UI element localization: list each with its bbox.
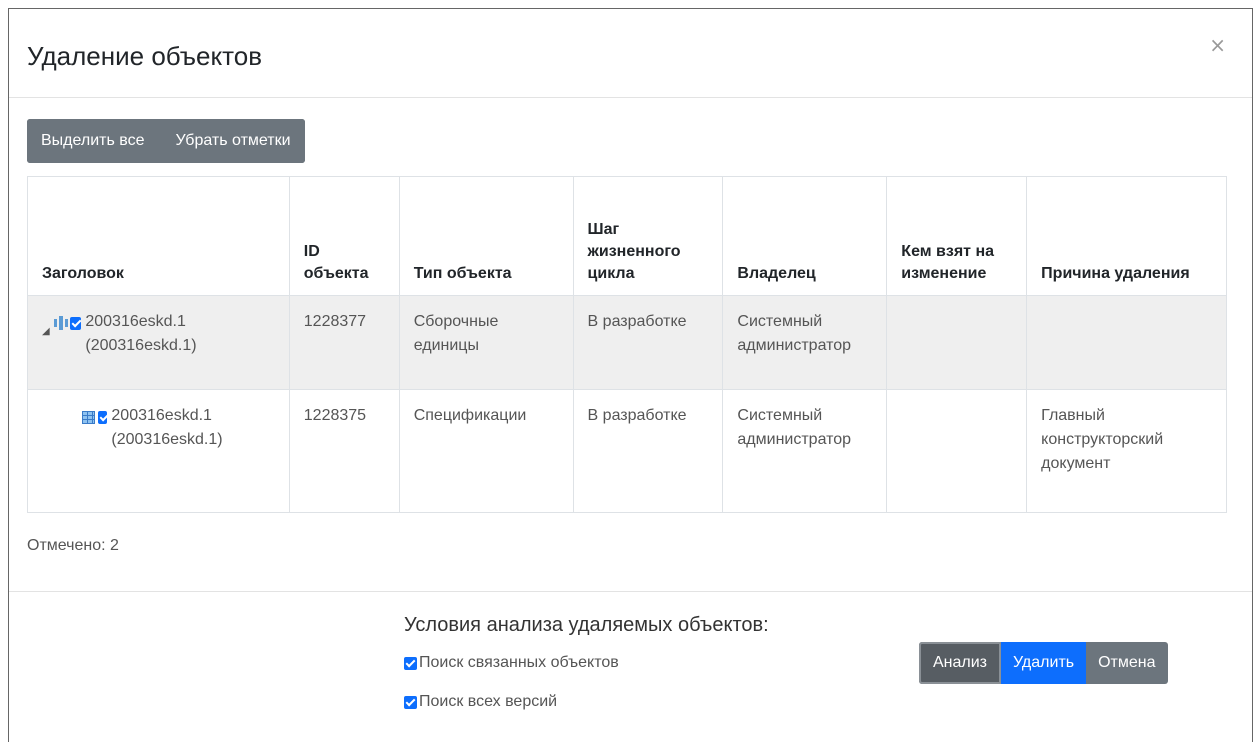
- analyze-button[interactable]: Анализ: [919, 642, 1002, 684]
- select-all-button[interactable]: Выделить все: [27, 119, 163, 163]
- specification-icon: [82, 411, 95, 424]
- modal-header: Удаление объектов ×: [9, 9, 1252, 98]
- table-header-row: Заголовок ID объекта Тип объекта Шаг жиз…: [27, 176, 1227, 296]
- row-checkbox[interactable]: [69, 317, 82, 330]
- cell-owner: Системный администратор: [722, 295, 888, 390]
- cancel-button[interactable]: Отмена: [1086, 642, 1168, 684]
- cell-taken-by: [886, 389, 1028, 513]
- linked-objects-checkbox[interactable]: [404, 656, 417, 670]
- checked-count: Отмечено: 2: [27, 537, 119, 554]
- header-lifecycle[interactable]: Шаг жизненного цикла: [572, 176, 724, 296]
- all-versions-label: Поиск всех версий: [419, 693, 558, 710]
- object-title[interactable]: 200316eskd.1 (200316eskd.1): [85, 310, 274, 358]
- cell-reason: Главный конструкторский документ: [1026, 389, 1227, 513]
- cell-reason: [1026, 295, 1227, 390]
- cell-owner: Системный администратор: [722, 389, 888, 513]
- selection-toolbar: Выделить все Убрать отметки: [27, 119, 305, 163]
- close-button[interactable]: ×: [1209, 33, 1226, 57]
- header-id[interactable]: ID объекта: [288, 176, 400, 296]
- assembly-icon: [53, 316, 68, 330]
- table-row[interactable]: ◢ 200316eskd.1 (200316eskd.1) 1228377 Сб…: [27, 295, 1227, 390]
- all-versions-option[interactable]: Поиск всех версий: [404, 693, 557, 711]
- action-buttons: Анализ Удалить Отмена: [919, 642, 1168, 684]
- cell-lifecycle: В разработке: [572, 295, 724, 390]
- modal-title: Удаление объектов: [27, 41, 263, 71]
- all-versions-checkbox[interactable]: [404, 695, 417, 709]
- header-reason[interactable]: Причина удаления: [1026, 176, 1227, 296]
- linked-objects-option[interactable]: Поиск связанных объектов: [404, 654, 619, 672]
- delete-objects-dialog: Удаление объектов × Выделить все Убрать …: [8, 8, 1253, 742]
- objects-table: Заголовок ID объекта Тип объекта Шаг жиз…: [27, 176, 1227, 513]
- cell-taken-by: [886, 295, 1028, 390]
- expand-arrow-icon[interactable]: ◢: [42, 320, 50, 344]
- clear-marks-button[interactable]: Убрать отметки: [162, 119, 305, 163]
- header-title[interactable]: Заголовок: [27, 176, 290, 296]
- cell-title: 200316eskd.1 (200316eskd.1): [27, 389, 290, 513]
- linked-objects-label: Поиск связанных объектов: [419, 654, 619, 671]
- cell-title: ◢ 200316eskd.1 (200316eskd.1): [27, 295, 290, 390]
- header-owner[interactable]: Владелец: [722, 176, 888, 296]
- header-type[interactable]: Тип объекта: [398, 176, 574, 296]
- cell-type: Сборочные единицы: [398, 295, 574, 390]
- cell-type: Спецификации: [398, 389, 574, 513]
- object-title[interactable]: 200316eskd.1 (200316eskd.1): [111, 404, 274, 452]
- cell-id: 1228375: [288, 389, 400, 513]
- header-taken-by[interactable]: Кем взят на изменение: [886, 176, 1028, 296]
- modal-footer: Условия анализа удаляемых объектов: Поис…: [9, 591, 1252, 744]
- cell-id: 1228377: [288, 295, 400, 390]
- table-row[interactable]: 200316eskd.1 (200316eskd.1) 1228375 Спец…: [27, 389, 1227, 513]
- row-checkbox[interactable]: [97, 411, 108, 424]
- delete-button[interactable]: Удалить: [1001, 642, 1087, 684]
- analysis-conditions-title: Условия анализа удаляемых объектов:: [404, 614, 769, 636]
- cell-lifecycle: В разработке: [572, 389, 724, 513]
